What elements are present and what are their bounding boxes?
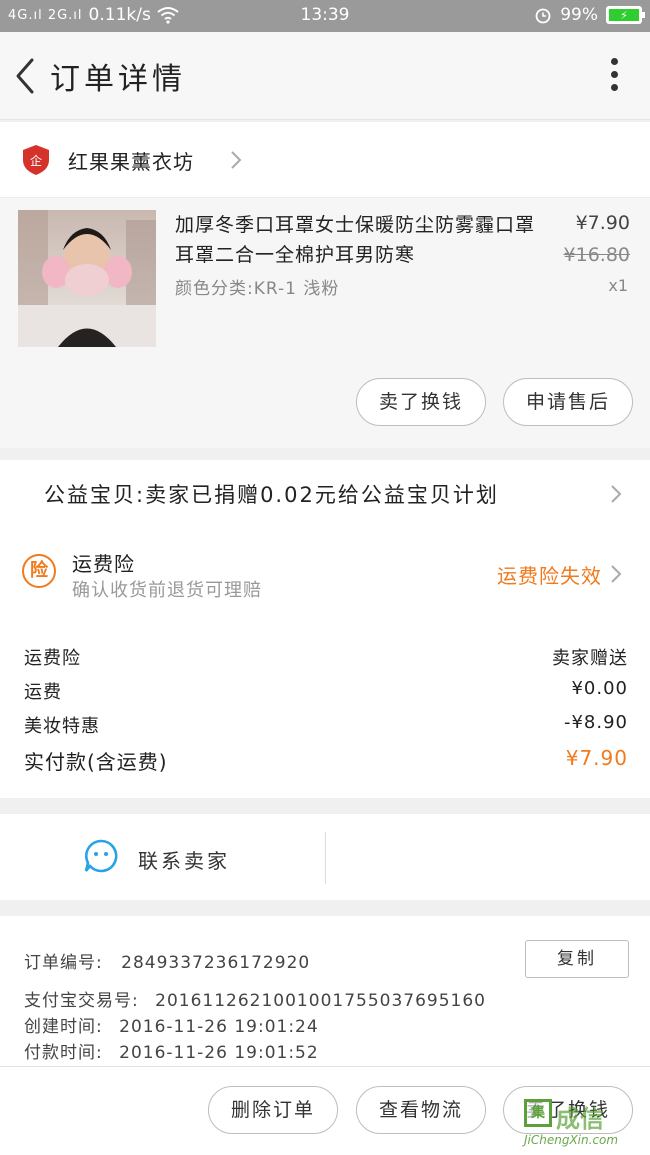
product-image[interactable] (18, 210, 156, 347)
page-title: 订单详情 (50, 62, 186, 97)
watermark-url: JiChengXin.com (524, 1133, 619, 1147)
created-time: 2016-11-26 19:01:24 (119, 1017, 319, 1037)
insurance-subtitle: 确认收货前退货可理赔 (72, 580, 262, 601)
alarm-icon (535, 8, 551, 24)
watermark-text: 成信 (556, 1105, 604, 1133)
product-spec: 颜色分类:KR-1 浅粉 (175, 279, 340, 299)
sell-button[interactable]: 卖了换钱 (356, 378, 486, 426)
contact-section: 联系卖家 (0, 814, 650, 900)
paid-time: 2016-11-26 19:01:52 (119, 1043, 319, 1063)
back-arrow-icon[interactable] (12, 54, 42, 98)
total-label: 实付款(含运费) (24, 750, 168, 774)
created-time-label: 创建时间: (24, 1017, 103, 1037)
product-card[interactable]: 加厚冬季口耳罩女士保暖防尘防雾霾口罩耳罩二合一全棉护耳男防寒 颜色分类:KR-1… (0, 198, 650, 448)
chevron-right-icon (611, 565, 622, 583)
cost-row: 运费 ¥0.00 (24, 678, 628, 704)
copy-button[interactable]: 复制 (525, 940, 629, 978)
cost-label: 美妆特惠 (24, 716, 100, 737)
svg-text:企: 企 (30, 153, 42, 168)
view-logistics-button[interactable]: 查看物流 (356, 1086, 486, 1134)
chevron-right-icon (231, 151, 242, 169)
order-number-label: 订单编号: (24, 953, 103, 973)
cost-row: 美妆特惠 -¥8.90 (24, 712, 628, 738)
shipping-insurance-row[interactable]: 险 运费险 确认收货前退货可理赔 运费险失效 (0, 528, 650, 618)
watermark: 集 成信 JiChengXin.com (524, 1095, 644, 1149)
order-info: 订单编号: 2849337236172920 复制 支付宝交易号: 201611… (0, 916, 650, 1066)
cost-value: 卖家赠送 (552, 648, 628, 669)
chevron-right-icon (611, 485, 622, 503)
watermark-logo: 集 (524, 1099, 552, 1127)
total-row: 实付款(含运费) ¥7.90 (24, 746, 628, 775)
alipay-number: 2016112621001001755037695160 (155, 991, 486, 1011)
alipay-number-label: 支付宝交易号: (24, 991, 139, 1011)
more-menu-icon[interactable] (608, 58, 620, 94)
order-number-row: 订单编号: 2849337236172920 (24, 948, 310, 973)
total-value: ¥7.90 (565, 746, 628, 770)
cost-breakdown: 运费险 卖家赠送 运费 ¥0.00 美妆特惠 -¥8.90 实付款(含运费) ¥… (0, 618, 650, 798)
paid-time-label: 付款时间: (24, 1043, 103, 1063)
divider (325, 832, 326, 884)
cost-label: 运费 (24, 682, 62, 703)
product-price: ¥7.90 (575, 212, 630, 234)
shop-name[interactable]: 红果果薰衣坊 (68, 146, 194, 175)
cost-value: -¥8.90 (563, 712, 628, 733)
order-number: 2849337236172920 (121, 953, 311, 973)
battery-percent: 99% (560, 5, 598, 25)
delete-order-button[interactable]: 删除订单 (208, 1086, 338, 1134)
cost-label: 运费险 (24, 648, 81, 669)
paid-time-row: 付款时间: 2016-11-26 19:01:52 (24, 1038, 319, 1063)
cost-row: 运费险 卖家赠送 (24, 644, 628, 670)
alipay-number-row: 支付宝交易号: 2016112621001001755037695160 (24, 986, 486, 1011)
after-sales-button[interactable]: 申请售后 (503, 378, 633, 426)
charity-row[interactable]: 公益宝贝:卖家已捐赠0.02元给公益宝贝计划 (0, 460, 650, 528)
insurance-title: 运费险 (72, 552, 135, 576)
product-title[interactable]: 加厚冬季口耳罩女士保暖防尘防雾霾口罩耳罩二合一全棉护耳男防寒 (175, 210, 535, 270)
product-original-price: ¥16.80 (563, 244, 630, 266)
charity-text: 公益宝贝:卖家已捐赠0.02元给公益宝贝计划 (44, 483, 499, 507)
shop-row[interactable]: 企 红果果薰衣坊 (0, 122, 650, 198)
status-bar: 4G.ıl 2G.ıl 0.11k/s 13:39 99% ⚡ (0, 0, 650, 32)
cost-value: ¥0.00 (571, 678, 628, 699)
contact-seller-button[interactable]: 联系卖家 (138, 845, 230, 874)
insurance-icon: 险 (22, 554, 56, 588)
product-quantity: x1 (608, 276, 628, 295)
created-time-row: 创建时间: 2016-11-26 19:01:24 (24, 1012, 319, 1037)
insurance-status[interactable]: 运费险失效 (497, 560, 602, 589)
battery-icon: ⚡ (606, 6, 645, 24)
chat-bubble-icon[interactable] (83, 838, 119, 874)
nav-bar: 订单详情 (0, 32, 650, 120)
shop-logo-icon: 企 (23, 145, 49, 175)
